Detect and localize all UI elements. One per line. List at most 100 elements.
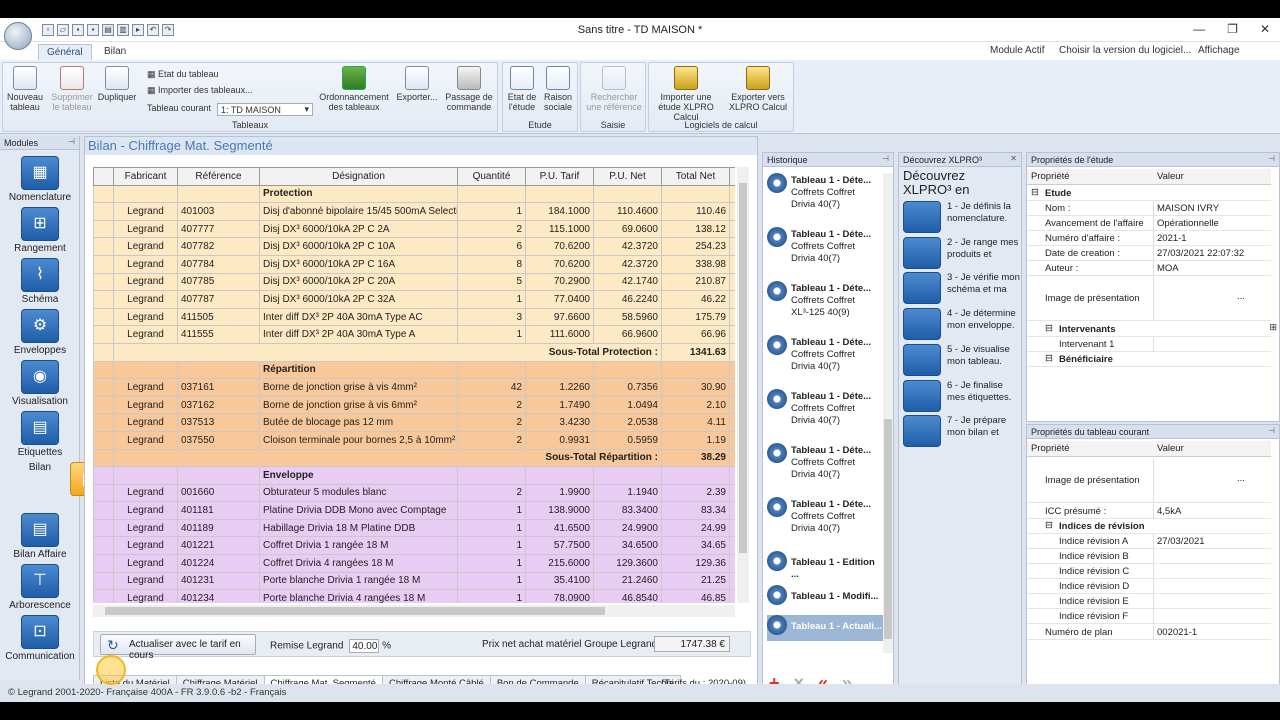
table-row[interactable]: Legrand 401221 Coffret Drivia 1 rangée 18 …	[93, 536, 735, 556]
grid-cell[interactable]: 2.0538	[593, 413, 662, 432]
grid-cell[interactable]: 1	[457, 202, 526, 221]
grid-cell[interactable]: 70.6200	[525, 237, 594, 256]
grid-cell[interactable]: 210.87	[661, 272, 730, 292]
section-row[interactable]: Enveloppe	[93, 466, 735, 485]
order-pass-button[interactable]: Passage de commande	[443, 66, 495, 112]
table-row[interactable]: Legrand 401224 Coffret Drivia 4 rangées 18…	[93, 554, 735, 573]
grid-cell[interactable]: 037161	[177, 378, 260, 397]
grid-cell[interactable]: Legrand	[113, 290, 178, 309]
grid-cell[interactable]: 037513	[177, 413, 260, 432]
grid-cell[interactable]: 2	[457, 430, 526, 450]
table-row[interactable]: Legrand 411505 Inter diff DX³ 2P 40A 30mA …	[93, 307, 735, 327]
current-table-select[interactable]: 1: TD MAISON ▾	[217, 103, 313, 116]
grid-cell[interactable]: 407777	[177, 219, 260, 239]
row-selector[interactable]	[93, 219, 114, 239]
row-selector[interactable]	[93, 307, 114, 327]
xlpro-step[interactable]: 5 - Je visualise mon tableau.	[901, 343, 1021, 378]
order-tables-button[interactable]: Ordonnancement des tableaux	[315, 66, 393, 112]
grid-cell[interactable]: 115.1000	[525, 219, 594, 239]
module-arborescence[interactable]: ⊤ Arborescence	[0, 564, 80, 611]
tab-general[interactable]: Général	[38, 44, 92, 60]
row-selector[interactable]	[93, 571, 114, 591]
revision-row[interactable]: Indice révision D	[1027, 579, 1271, 594]
history-item[interactable]: Tableau 1 - Déte... Coffrets Coffret Drivi…	[767, 335, 883, 385]
scroll-thumb[interactable]	[884, 419, 892, 639]
module-nomenclature[interactable]: ▦ Nomenclature	[0, 156, 80, 203]
active-module-menu[interactable]: Module Actif	[990, 45, 1044, 56]
delete-table-button[interactable]: Supprimer le tableau	[47, 66, 97, 112]
grid-cell[interactable]: 46.22	[661, 290, 730, 309]
collapse-icon[interactable]: ⊟	[1045, 353, 1053, 364]
grid-cell[interactable]: Legrand	[113, 554, 178, 573]
grid-cell[interactable]: 110.4600	[593, 202, 662, 221]
grid-cell[interactable]: 0.5959	[593, 430, 662, 450]
category-indices[interactable]: ⊟ Indices de révision	[1027, 519, 1271, 534]
grid-cell[interactable]: Legrand	[113, 219, 178, 239]
xlpro-step[interactable]: 7 - Je prépare mon bilan et	[901, 415, 1021, 449]
grid-cell[interactable]: Coffret Drivia 4 rangées 18 M	[259, 554, 458, 573]
plan-number-row[interactable]: Numéro de plan 002021-1	[1027, 625, 1271, 640]
grid-cell[interactable]: Porte blanche Drivia 1 rangée 18 M	[259, 571, 458, 591]
grid-cell[interactable]: Porte blanche Drivia 4 rangées 18 M	[259, 589, 458, 603]
row-selector[interactable]	[93, 413, 114, 432]
grid-cell[interactable]: Disj DX³ 6000/10kA 2P C 10A	[259, 237, 458, 256]
row-selector[interactable]	[93, 466, 114, 485]
grid-cell[interactable]: 46.85	[661, 589, 730, 603]
history-scrollbar[interactable]	[883, 173, 893, 653]
table-row[interactable]: Legrand 401234 Porte blanche Drivia 4 rang…	[93, 589, 735, 603]
table-row[interactable]: Legrand 001660 Obturateur 5 modules blanc 2…	[93, 483, 735, 503]
grid-cell[interactable]: Legrand	[113, 325, 178, 344]
row-selector[interactable]	[93, 430, 114, 450]
display-menu[interactable]: Affichage	[1198, 45, 1240, 56]
grid-cell[interactable]: 037550	[177, 430, 260, 450]
grid-cell[interactable]: Legrand	[113, 501, 178, 520]
grid-cell[interactable]: Legrand	[113, 536, 178, 556]
grid-cell[interactable]: 338.98	[661, 254, 730, 274]
xlpro-step[interactable]: 4 - Je détermine mon enveloppe.	[901, 308, 1021, 342]
table-row[interactable]: Legrand 401231 Porte blanche Drivia 1 rang…	[93, 571, 735, 591]
xlpro-step[interactable]: 1 - Je définis la nomenclature.	[901, 201, 1021, 235]
grid-cell[interactable]: 184.1000	[525, 202, 594, 221]
grid-cell[interactable]: 1	[457, 554, 526, 573]
grid-cell[interactable]: 6	[457, 237, 526, 256]
app-menu-button[interactable]	[4, 22, 32, 50]
grid-cell[interactable]: 21.2460	[593, 571, 662, 591]
scroll-thumb[interactable]	[105, 607, 605, 615]
grid-cell[interactable]: Disj DX³ 6000/10kA 2P C 32A	[259, 290, 458, 309]
add-icon[interactable]: ⊞	[1269, 322, 1277, 333]
property-row[interactable]: Avancement de l'affaire Opérationnelle	[1027, 216, 1271, 231]
grid-cell[interactable]: 1.2260	[525, 378, 594, 397]
grid-cell[interactable]: 97.6600	[525, 307, 594, 327]
grid-cell[interactable]: 1.9900	[525, 483, 594, 503]
export-xlpro-button[interactable]: Exporter vers XLPRO Calcul	[723, 66, 793, 112]
grid-vertical-scrollbar[interactable]	[737, 167, 749, 603]
table-row[interactable]: Legrand 407785 Disj DX³ 6000/10kA 2P C 20A…	[93, 272, 735, 292]
grid-cell[interactable]: 3.4230	[525, 413, 594, 432]
history-item[interactable]: Tableau 1 - Déte... Coffrets Coffret Drivi…	[767, 389, 883, 439]
grid-cell[interactable]: 1	[457, 325, 526, 344]
table-row[interactable]: Legrand 401181 Platine Drivia DDB Mono ave…	[93, 501, 735, 520]
module-visualisation[interactable]: ◉ Visualisation	[0, 360, 80, 407]
grid-cell[interactable]: 1	[457, 290, 526, 309]
revision-row[interactable]: Indice révision A 27/03/2021	[1027, 534, 1271, 549]
grid-cell[interactable]: 5	[457, 272, 526, 292]
grid-cell[interactable]: 1	[457, 536, 526, 556]
grid-cell[interactable]: 34.6500	[593, 536, 662, 556]
table-row[interactable]: Legrand 411555 Inter diff DX³ 2P 40A 30mA …	[93, 325, 735, 344]
maximize-icon[interactable]: ❐	[1227, 22, 1238, 36]
col-pu-tarif[interactable]: P.U. Tarif	[525, 167, 594, 186]
grid-cell[interactable]: 407785	[177, 272, 260, 292]
property-row[interactable]: Auteur : MOA	[1027, 261, 1271, 276]
grid-cell[interactable]: Legrand	[113, 395, 178, 415]
grid-cell[interactable]: 129.3600	[593, 554, 662, 573]
col-fabricant[interactable]: Fabricant	[113, 167, 178, 186]
grid-horizontal-scrollbar[interactable]	[93, 605, 735, 617]
table-row[interactable]: Legrand 401189 Habillage Drivia 18 M Plati…	[93, 518, 735, 538]
grid-cell[interactable]: Legrand	[113, 518, 178, 538]
pin-icon[interactable]: ⊣	[1268, 426, 1275, 435]
row-selector[interactable]	[93, 254, 114, 274]
grid-cell[interactable]: Legrand	[113, 413, 178, 432]
table-row[interactable]: Legrand 037161 Borne de jonction grise à v…	[93, 378, 735, 397]
grid-cell[interactable]: 78.0900	[525, 589, 594, 603]
grid-cell[interactable]: 401221	[177, 536, 260, 556]
